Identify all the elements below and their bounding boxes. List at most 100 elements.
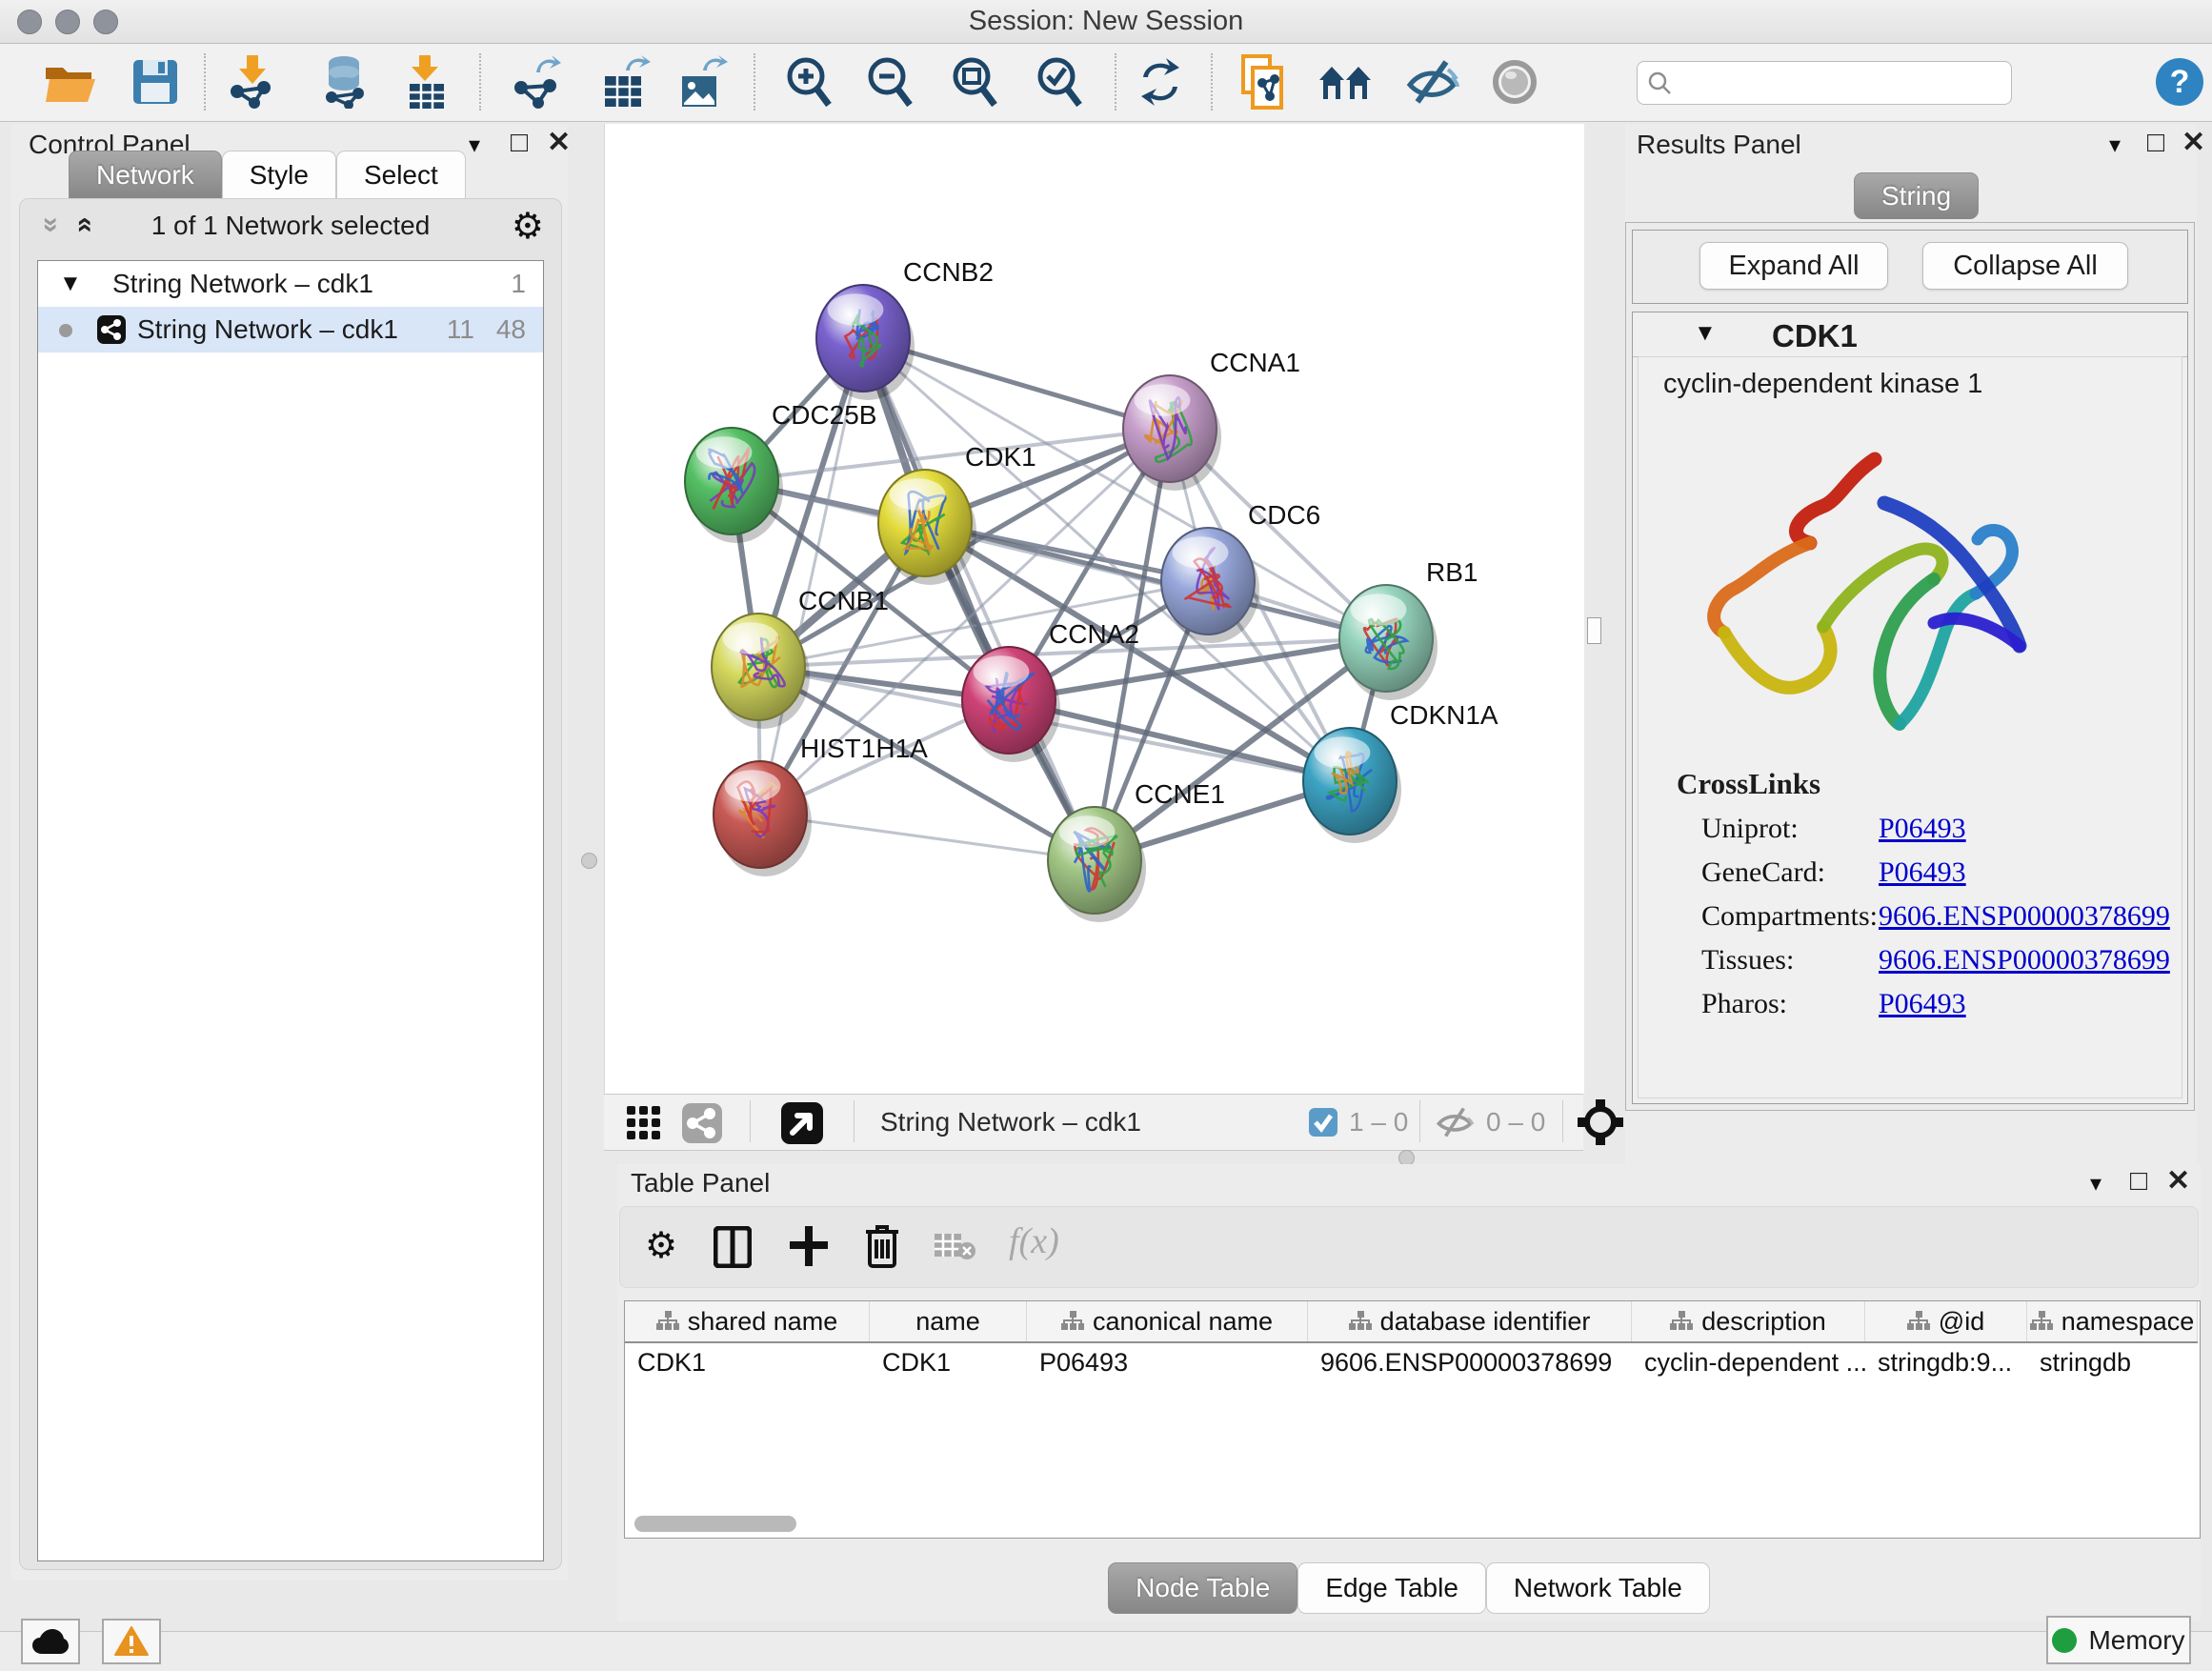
export-table-button[interactable]	[591, 51, 659, 112]
crosslink-row: Compartments:9606.ENSP00000378699	[1639, 895, 2182, 938]
show-graphics-details-button[interactable]	[1480, 51, 1549, 112]
float-panel-icon[interactable]: □	[2147, 129, 2164, 157]
hide-selected-button[interactable]	[1398, 51, 1466, 112]
import-network-file-button[interactable]	[217, 51, 286, 112]
network-collection-row[interactable]: ▼ String Network – cdk1 1	[38, 261, 543, 307]
crosslink-link[interactable]: P06493	[1879, 982, 1966, 1026]
delete-column-icon[interactable]	[864, 1222, 900, 1268]
cell[interactable]: CDK1	[870, 1343, 1027, 1381]
tab-string[interactable]: String	[1854, 172, 1979, 219]
expand-all-button[interactable]: Expand All	[1699, 242, 1888, 290]
network-view-canvas[interactable]: CCNB2CCNA1CDC25BCDK1CDC6RB1CCNB1CCNA2CDK…	[604, 124, 1584, 1094]
left-splitter-handle[interactable]	[581, 853, 597, 869]
show-columns-icon[interactable]	[714, 1226, 752, 1268]
gene-section-header[interactable]: ▼ CDK1	[1633, 312, 2187, 357]
cell[interactable]: 9606.ENSP00000378699	[1308, 1343, 1632, 1381]
add-column-icon[interactable]	[788, 1224, 830, 1268]
zoom-in-button[interactable]	[774, 51, 843, 112]
column-header-name[interactable]: name	[870, 1301, 1027, 1341]
gene-symbol: CDK1	[1772, 318, 1858, 354]
cell[interactable]: CDK1	[625, 1343, 870, 1381]
cell[interactable]: cyclin-dependent ...	[1632, 1343, 1865, 1381]
zoom-fit-button[interactable]	[940, 51, 1009, 112]
crosslink-link[interactable]: P06493	[1879, 851, 1966, 895]
column-header--id[interactable]: @id	[1865, 1301, 2027, 1341]
network-node-CCNB2[interactable]	[816, 285, 915, 400]
new-network-from-selection-button[interactable]	[1229, 51, 1297, 112]
network-row[interactable]: String Network – cdk1 11 48	[38, 307, 543, 352]
float-panel-icon[interactable]: □	[2130, 1167, 2147, 1196]
warning-status-button[interactable]	[102, 1619, 161, 1664]
update-view-button[interactable]	[1126, 51, 1195, 112]
network-options-gear-icon[interactable]: ⚙	[512, 205, 544, 248]
column-header-description[interactable]: description	[1632, 1301, 1865, 1341]
collapse-all-button[interactable]: Collapse All	[1922, 242, 2128, 290]
crosslinks-list: Uniprot:P06493GeneCard:P06493Compartment…	[1639, 807, 2182, 1026]
save-session-button[interactable]	[121, 51, 190, 112]
import-network-database-button[interactable]	[310, 51, 378, 112]
cell[interactable]: stringdb:9...	[1865, 1343, 2027, 1381]
tab-select[interactable]: Select	[336, 151, 466, 199]
zoom-selected-button[interactable]	[1025, 51, 1094, 112]
cloud-status-button[interactable]	[21, 1619, 80, 1664]
network-node-CCNA2[interactable]	[962, 647, 1060, 762]
tab-network[interactable]: Network	[69, 151, 222, 199]
column-header-namespace[interactable]: namespace	[2027, 1301, 2198, 1341]
collapse-triangle-icon[interactable]: ▼	[59, 261, 82, 307]
grid-view-icon[interactable]	[627, 1106, 661, 1140]
column-header-shared-name[interactable]: shared name	[625, 1301, 870, 1341]
network-node-CDC6[interactable]	[1161, 528, 1259, 643]
import-table-icon	[402, 55, 450, 109]
export-network-button[interactable]	[501, 51, 570, 112]
column-header-canonical-name[interactable]: canonical name	[1027, 1301, 1308, 1341]
tab-edge-table[interactable]: Edge Table	[1297, 1562, 1486, 1614]
first-neighbors-button[interactable]	[1311, 51, 1379, 112]
open-session-button[interactable]	[36, 51, 105, 112]
table-options-gear-icon[interactable]: ⚙	[645, 1224, 677, 1267]
cell[interactable]: stringdb	[2027, 1343, 2198, 1381]
help-button[interactable]: ?	[2145, 51, 2212, 112]
tab-style[interactable]: Style	[222, 151, 336, 199]
cell[interactable]: P06493	[1027, 1343, 1308, 1381]
table-row[interactable]: CDK1CDK1P064939606.ENSP00000378699cyclin…	[625, 1343, 2198, 1381]
network-node-CDC25B[interactable]	[685, 428, 783, 543]
search-input[interactable]	[1679, 64, 2002, 100]
network-edge-CCNB2-CCNE1[interactable]	[863, 338, 1095, 860]
panel-menu-icon[interactable]: ▾	[2109, 131, 2121, 159]
close-panel-icon[interactable]: ✕	[2182, 129, 2205, 157]
zoom-out-button[interactable]	[855, 51, 924, 112]
network-node-CDKN1A[interactable]	[1303, 728, 1401, 843]
column-header-database-identifier[interactable]: database identifier	[1308, 1301, 1632, 1341]
string-results-container: Expand All Collapse All ▼ CDK1 cyclin-de…	[1625, 222, 2195, 1111]
toolbar-separator	[754, 53, 755, 111]
right-splitter-handle[interactable]	[1587, 617, 1601, 644]
network-view-toolbar: String Network – cdk1 1 – 0 0 – 0	[604, 1094, 1583, 1151]
birdseye-crosshair-icon[interactable]	[1578, 1099, 1623, 1145]
open-in-window-icon[interactable]	[781, 1102, 823, 1144]
import-table-file-button[interactable]	[392, 51, 460, 112]
results-panel-title: Results Panel	[1637, 130, 1801, 160]
node-label-CCNA1: CCNA1	[1210, 348, 1300, 377]
collapse-triangle-icon[interactable]: ▼	[1694, 320, 1717, 347]
search-field[interactable]	[1637, 61, 2012, 105]
network-node-CCNA1[interactable]	[1123, 375, 1221, 491]
network-node-CCNE1[interactable]	[1048, 807, 1146, 922]
crosslink-link[interactable]: 9606.ENSP00000378699	[1879, 938, 2170, 982]
crosslink-link[interactable]: 9606.ENSP00000378699	[1879, 895, 2170, 938]
network-node-RB1[interactable]	[1339, 585, 1438, 700]
network-node-CDK1[interactable]	[878, 470, 976, 585]
horizontal-scrollbar-thumb[interactable]	[634, 1516, 796, 1532]
crosslink-row: Uniprot:P06493	[1639, 807, 2182, 851]
toolbar-separator	[1211, 53, 1213, 111]
crosslink-link[interactable]: P06493	[1879, 807, 1966, 851]
export-image-button[interactable]	[668, 51, 736, 112]
close-panel-icon[interactable]: ✕	[2166, 1167, 2190, 1196]
selected-checkbox-icon[interactable]	[1309, 1108, 1337, 1137]
panel-menu-icon[interactable]: ▾	[2090, 1170, 2101, 1198]
memory-button[interactable]: Memory	[2046, 1616, 2191, 1664]
tab-network-table[interactable]: Network Table	[1486, 1562, 1710, 1614]
column-label: name	[915, 1307, 980, 1337]
tab-node-table[interactable]: Node Table	[1108, 1562, 1297, 1614]
table-header-row: shared name name canonical namedatabase id…	[625, 1301, 2198, 1343]
network-overview-icon[interactable]	[682, 1103, 722, 1143]
